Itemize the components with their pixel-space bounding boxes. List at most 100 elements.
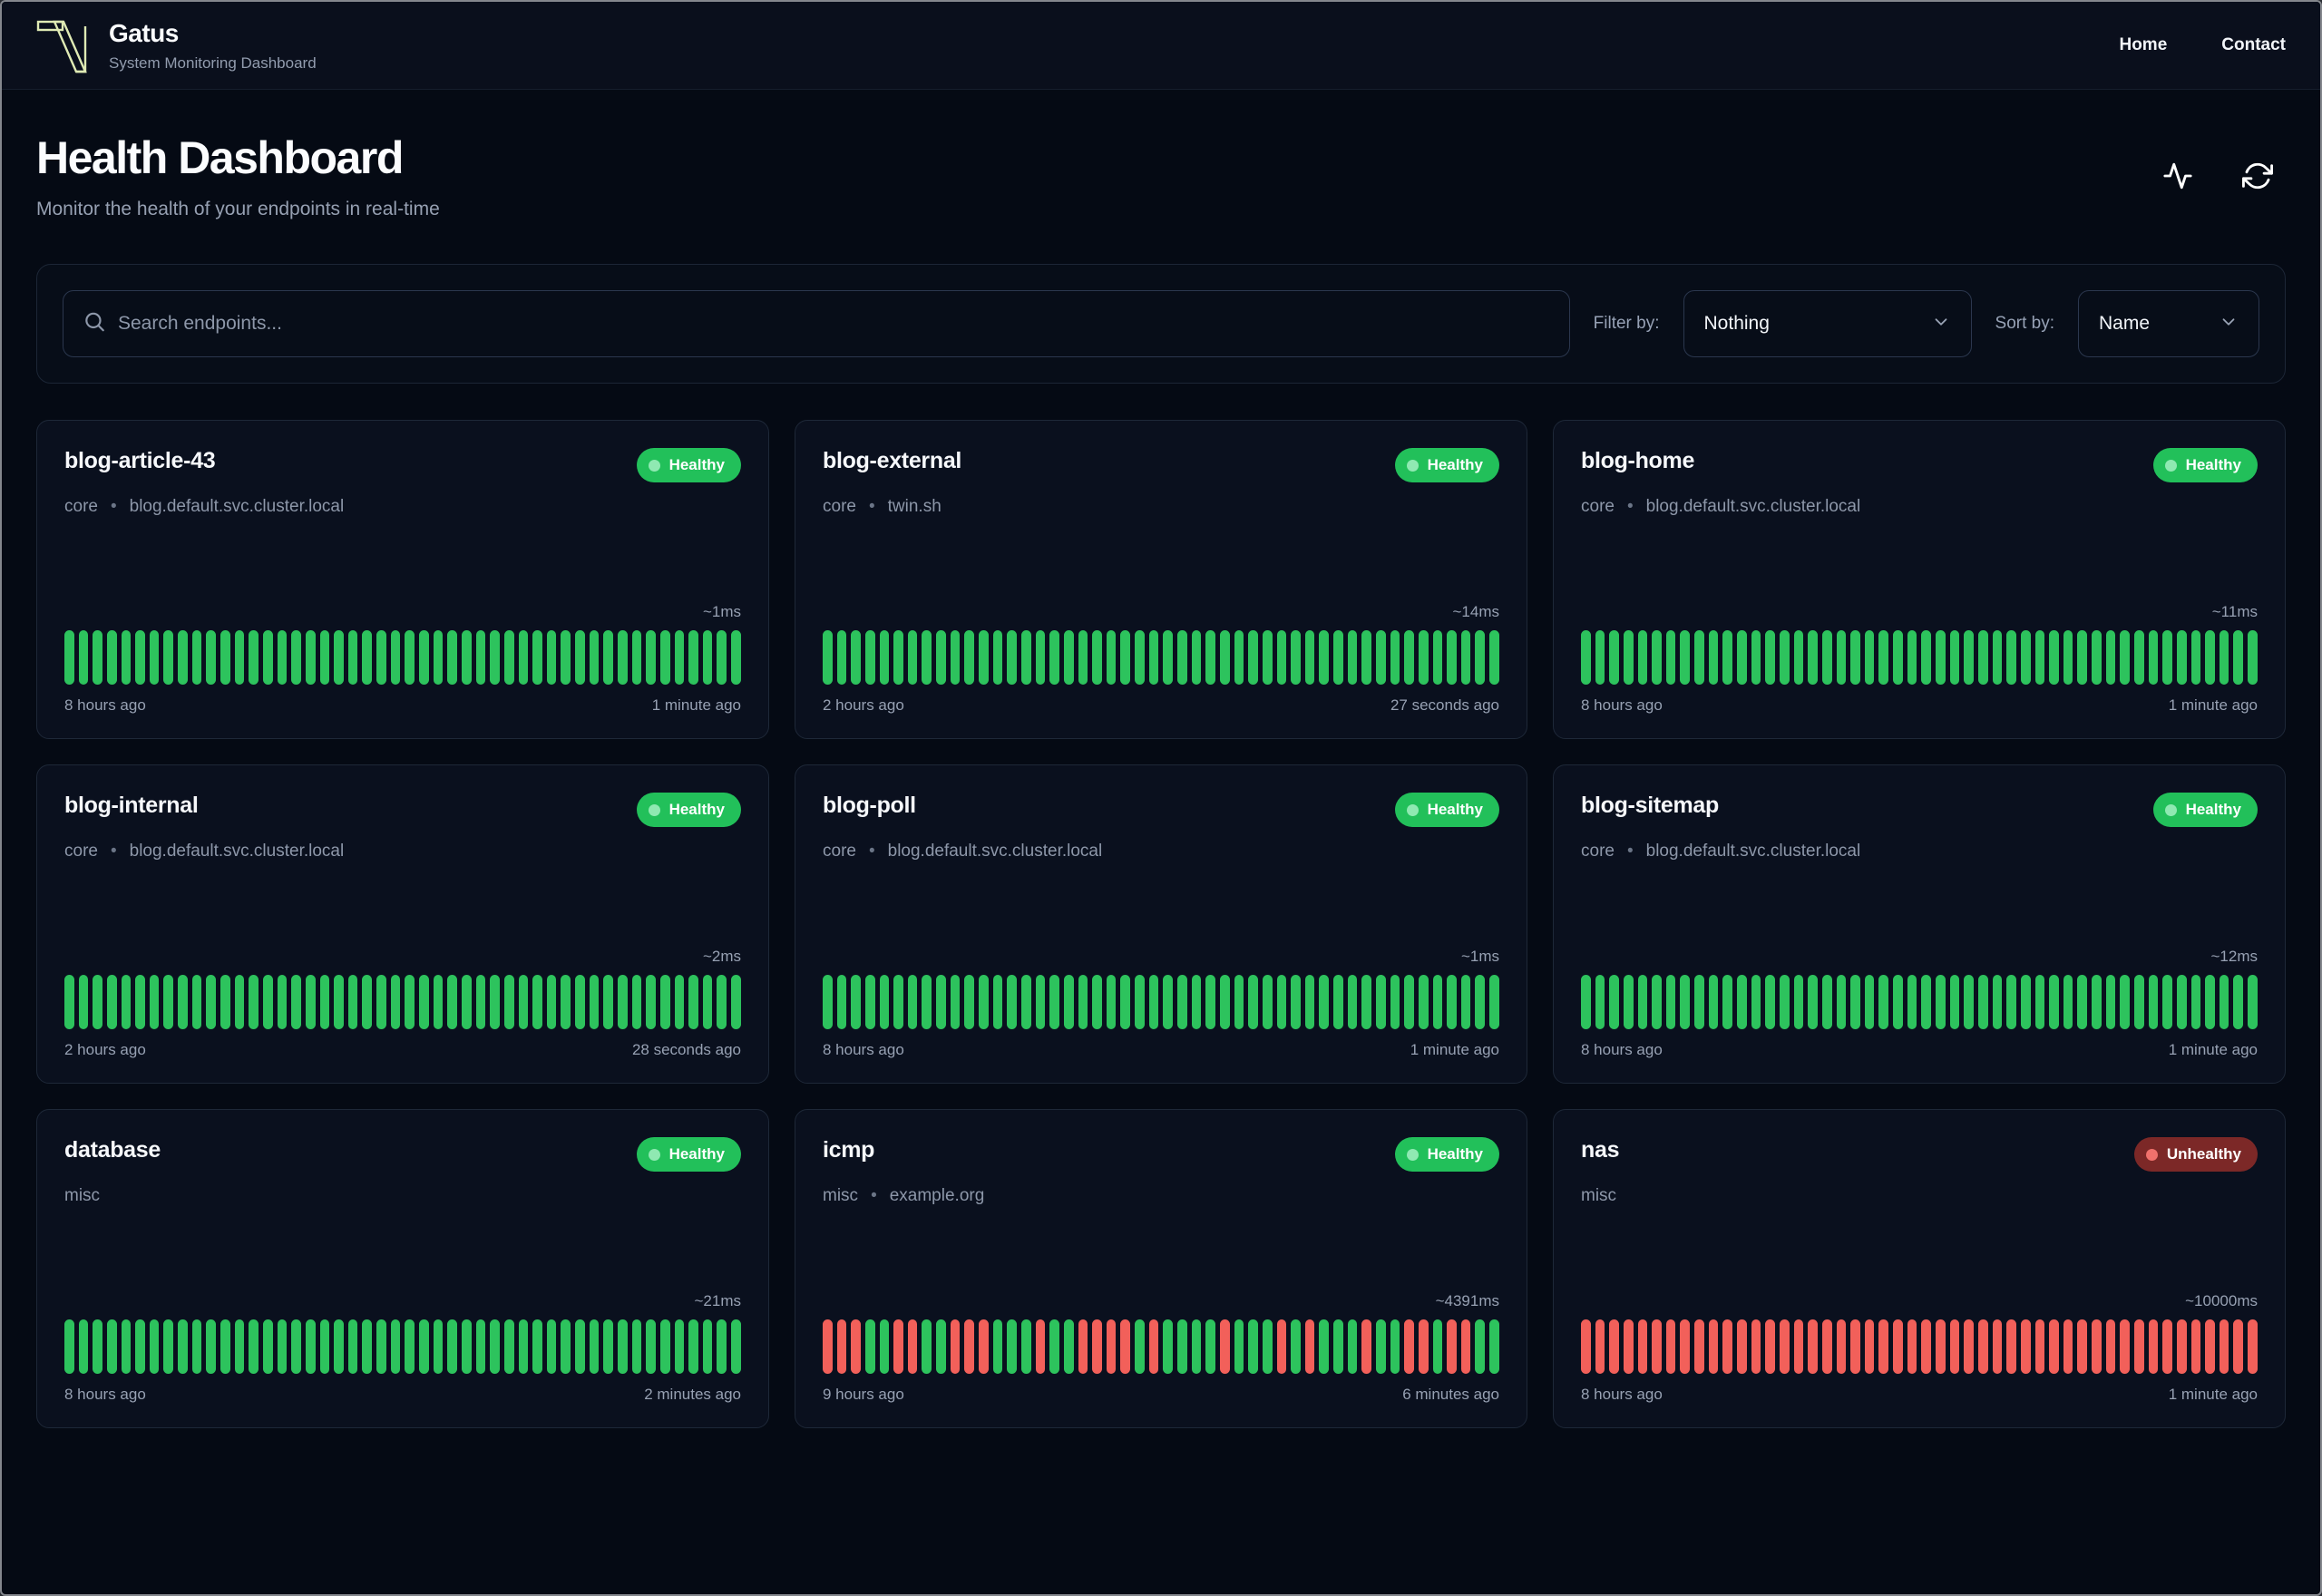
- endpoint-card[interactable]: blog-home Healthy core • blog.default.sv…: [1553, 420, 2286, 739]
- history-bar: [1808, 630, 1818, 685]
- history-bar: [1808, 975, 1818, 1029]
- history-bar: [2105, 630, 2116, 685]
- status-dot-icon: [2164, 459, 2177, 472]
- history-bar: [447, 630, 457, 685]
- history-bar: [702, 1319, 713, 1374]
- sort-select[interactable]: Name: [2078, 290, 2259, 357]
- history-bar: [1680, 630, 1691, 685]
- history-bar: [2006, 630, 2016, 685]
- history-bar: [1447, 975, 1457, 1029]
- endpoint-card[interactable]: blog-article-43 Healthy core • blog.defa…: [36, 420, 769, 739]
- history-bar: [1864, 630, 1875, 685]
- history-bar: [1049, 975, 1059, 1029]
- history-bar: [319, 1319, 330, 1374]
- history-bar: [1489, 1319, 1499, 1374]
- history-bar: [1319, 975, 1330, 1029]
- nav-link-contact[interactable]: Contact: [2221, 35, 2286, 55]
- history-bar: [717, 630, 727, 685]
- endpoint-card[interactable]: database Healthy misc • ~21ms 8 hours ag…: [36, 1109, 769, 1428]
- time-range-row: 2 hours ago 27 seconds ago: [823, 696, 1499, 715]
- status-badge: Healthy: [2152, 793, 2258, 827]
- history-bar: [121, 630, 132, 685]
- history-bar: [149, 630, 160, 685]
- endpoint-card[interactable]: blog-internal Healthy core • blog.defaul…: [36, 764, 769, 1084]
- history-bar: [1148, 630, 1159, 685]
- endpoint-card[interactable]: icmp Healthy misc • example.org ~4391ms …: [795, 1109, 1527, 1428]
- card-top: blog-poll Healthy: [823, 793, 1499, 827]
- history-bar: [1637, 975, 1648, 1029]
- history-bar: [589, 630, 600, 685]
- history-bar: [532, 975, 542, 1029]
- status-badge-label: Healthy: [2185, 456, 2241, 473]
- history-bar: [702, 630, 713, 685]
- uptime-chart: ~12ms 8 hours ago 1 minute ago: [1581, 948, 2258, 1059]
- endpoint-group: misc: [1581, 1186, 1617, 1205]
- time-range-row: 8 hours ago 1 minute ago: [1581, 696, 2258, 715]
- history-bar: [1020, 1319, 1031, 1374]
- history-bar: [2092, 975, 2102, 1029]
- history-bar: [1680, 975, 1691, 1029]
- history-bar: [2063, 1319, 2073, 1374]
- history-bar: [1291, 975, 1301, 1029]
- history-bar: [121, 975, 132, 1029]
- status-badge: Healthy: [636, 793, 741, 827]
- endpoint-subtitle: misc •: [64, 1186, 741, 1206]
- history-bar: [1878, 630, 1889, 685]
- history-bar: [1007, 1319, 1017, 1374]
- history-bar: [1708, 975, 1719, 1029]
- refresh-icon[interactable]: [2242, 161, 2273, 191]
- endpoint-card[interactable]: blog-sitemap Healthy core • blog.default…: [1553, 764, 2286, 1084]
- uptime-chart: ~14ms 2 hours ago 27 seconds ago: [823, 603, 1499, 715]
- page-head: Health Dashboard Monitor the health of y…: [36, 131, 2286, 220]
- endpoint-card[interactable]: nas Unhealthy misc • ~10000ms 8 hours ag…: [1553, 1109, 2286, 1428]
- status-dot-icon: [1406, 1148, 1419, 1161]
- history-bar: [532, 630, 542, 685]
- filter-select[interactable]: Nothing: [1683, 290, 1972, 357]
- response-time-label: ~14ms: [1452, 603, 1500, 620]
- subtitle-separator: •: [1626, 842, 1634, 861]
- endpoint-card[interactable]: blog-external Healthy core • twin.sh ~14…: [795, 420, 1527, 739]
- history-bar: [1333, 1319, 1343, 1374]
- history-bar: [277, 630, 288, 685]
- endpoint-subtitle: misc • example.org: [823, 1186, 1499, 1206]
- history-bar: [688, 630, 698, 685]
- history-bar: [575, 975, 585, 1029]
- history-bar: [1977, 1319, 1988, 1374]
- history-bar: [390, 630, 401, 685]
- nav-link-home[interactable]: Home: [2119, 35, 2167, 55]
- history-bar: [1694, 630, 1704, 685]
- history-bar: [1949, 1319, 1960, 1374]
- activity-icon[interactable]: [2162, 161, 2193, 191]
- history-bar: [2133, 1319, 2144, 1374]
- history-bar: [249, 1319, 259, 1374]
- toolbar-panel: Filter by: Nothing Sort by: Name: [36, 264, 2286, 384]
- history-bar: [561, 1319, 571, 1374]
- history-bar: [1304, 630, 1315, 685]
- brand-text: Gatus System Monitoring Dashboard: [109, 19, 317, 73]
- history-bar: [1347, 1319, 1358, 1374]
- history-bar: [979, 630, 989, 685]
- history-bar: [191, 630, 202, 685]
- history-bar: [1135, 630, 1145, 685]
- history-bar: [2162, 975, 2172, 1029]
- status-dot-icon: [2145, 1148, 2158, 1161]
- history-bar: [1793, 1319, 1804, 1374]
- card-top: blog-article-43 Healthy: [64, 448, 741, 482]
- endpoint-name: blog-external: [823, 448, 962, 473]
- history-bar: [2148, 630, 2159, 685]
- history-bar: [1665, 1319, 1676, 1374]
- history-bar: [475, 1319, 486, 1374]
- endpoint-card[interactable]: blog-poll Healthy core • blog.default.sv…: [795, 764, 1527, 1084]
- chevron-down-icon: [1931, 312, 1951, 336]
- history-bar: [419, 975, 429, 1029]
- search-input[interactable]: [63, 290, 1570, 357]
- response-time-label: ~10000ms: [2185, 1292, 2258, 1309]
- history-bar: [1092, 1319, 1102, 1374]
- history-bar: [964, 975, 975, 1029]
- history-bar: [631, 975, 642, 1029]
- history-bar: [376, 975, 386, 1029]
- history-bar: [1907, 630, 1917, 685]
- history-bar: [836, 1319, 847, 1374]
- history-bar: [907, 1319, 918, 1374]
- history-bar: [1821, 1319, 1832, 1374]
